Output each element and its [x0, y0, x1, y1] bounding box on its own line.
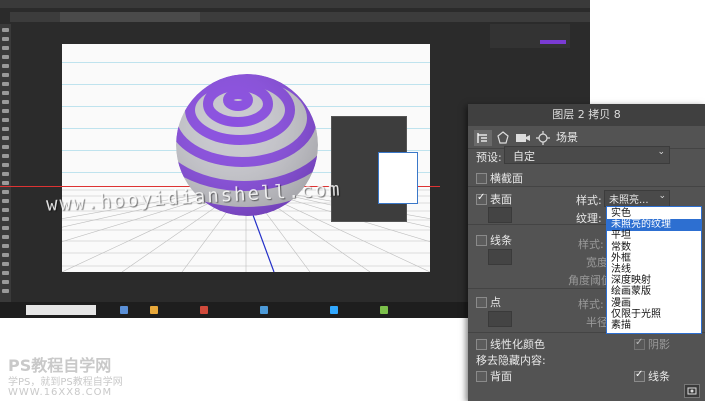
- light-tab-icon[interactable]: [534, 130, 552, 146]
- points-checkbox[interactable]: [476, 297, 487, 308]
- taskbar-app-icon[interactable]: [150, 306, 158, 314]
- ps-tool-icon[interactable]: [2, 145, 9, 149]
- points-style-label: 样式:: [578, 298, 604, 311]
- divider: [468, 288, 608, 289]
- guide-line: [62, 62, 430, 63]
- ps-tool-icon[interactable]: [2, 235, 9, 239]
- style-option[interactable]: 素描: [609, 320, 633, 332]
- lines-bottom-checkbox[interactable]: [634, 369, 645, 382]
- shadow-label: 阴影: [648, 338, 670, 351]
- linearize-colors-label: 线性化颜色: [490, 338, 545, 351]
- ps-swatches-panel: [490, 24, 570, 48]
- render-icon[interactable]: [684, 384, 700, 398]
- ps-tool-icon[interactable]: [2, 154, 9, 158]
- ps-tool-icon[interactable]: [2, 208, 9, 212]
- surface-color-swatch[interactable]: [488, 207, 512, 223]
- ps-tool-icon[interactable]: [2, 271, 9, 275]
- style-dropdown-list: 实色 未照亮的纹理 平坦 常数 外框 法线 深度映射 绘画蒙版 漫画 仅限于光照 素描: [606, 206, 702, 334]
- ps-document-tab[interactable]: [60, 12, 200, 22]
- ps-tool-icon[interactable]: [2, 226, 9, 230]
- taskbar-search-input[interactable]: [26, 305, 96, 315]
- panel-title: 图层 2 拷贝 8: [468, 104, 705, 126]
- style-option[interactable]: 绘画蒙版: [609, 286, 653, 298]
- ps-color-bar: [540, 40, 566, 44]
- ps-tool-icon[interactable]: [2, 73, 9, 77]
- ps-mini-style-list: [378, 152, 418, 204]
- preset-value: 自定: [513, 150, 535, 163]
- ps-tool-icon[interactable]: [2, 136, 9, 140]
- taskbar-app-icon[interactable]: [120, 306, 128, 314]
- scene-filter-tab-icon[interactable]: [474, 130, 492, 146]
- ps-tool-icon[interactable]: [2, 262, 9, 266]
- ps-tool-icon[interactable]: [2, 46, 9, 50]
- ps-tool-icon[interactable]: [2, 28, 9, 32]
- cross-section-checkbox[interactable]: [476, 173, 487, 184]
- points-label: 点: [490, 296, 501, 309]
- mesh-tab-icon[interactable]: [494, 130, 512, 146]
- back-label: 背面: [490, 370, 512, 383]
- ps-tool-icon[interactable]: [2, 163, 9, 167]
- divider: [468, 224, 608, 225]
- watermark-subtitle: 学PS，就到PS教程自学网: [8, 377, 123, 388]
- style-option[interactable]: 仅限于光照: [609, 309, 663, 321]
- ps-tool-icon[interactable]: [2, 82, 9, 86]
- ps-tool-icon[interactable]: [2, 199, 9, 203]
- linearize-colors-checkbox[interactable]: [476, 339, 487, 350]
- chevron-down-icon: ⌄: [657, 147, 665, 157]
- lines-label: 线条: [490, 234, 512, 247]
- lines-color-swatch[interactable]: [488, 249, 512, 265]
- ps-tool-icon[interactable]: [2, 253, 9, 257]
- ps-tool-icon[interactable]: [2, 100, 9, 104]
- style-option[interactable]: 漫画: [609, 298, 633, 310]
- camera-tab-icon[interactable]: [514, 130, 532, 146]
- ps-tool-icon[interactable]: [2, 217, 9, 221]
- surface-label: 表面: [490, 193, 512, 206]
- ps-tool-icon[interactable]: [2, 172, 9, 176]
- lines-style-label: 样式:: [578, 238, 604, 251]
- ps-tool-icon[interactable]: [2, 289, 9, 293]
- ps-tool-icon[interactable]: [2, 91, 9, 95]
- lines-bottom-label: 线条: [648, 370, 670, 383]
- style-option[interactable]: 常数: [609, 242, 633, 254]
- ps-tool-icon[interactable]: [2, 181, 9, 185]
- divider: [468, 186, 705, 187]
- ps-tool-icon[interactable]: [2, 37, 9, 41]
- ps-tool-icon[interactable]: [2, 190, 9, 194]
- taskbar-app-icon[interactable]: [380, 306, 388, 314]
- preset-select[interactable]: 自定 ⌄: [504, 146, 670, 164]
- surface-checkbox[interactable]: [476, 192, 487, 205]
- ps-tool-icon[interactable]: [2, 118, 9, 122]
- taskbar-app-icon[interactable]: [200, 306, 208, 314]
- taskbar-photoshop-icon[interactable]: [330, 306, 338, 314]
- surface-style-select[interactable]: 未照亮... ⌄: [604, 190, 670, 207]
- ps-tool-icon[interactable]: [2, 244, 9, 248]
- style-option[interactable]: 平坦: [609, 230, 633, 242]
- back-checkbox[interactable]: [476, 371, 487, 382]
- ps-tool-icon[interactable]: [2, 280, 9, 284]
- taskbar-app-icon[interactable]: [260, 306, 268, 314]
- points-color-swatch[interactable]: [488, 311, 512, 327]
- style-value: 未照亮...: [609, 195, 649, 206]
- properties-3d-panel: 图层 2 拷贝 8 场景 预设: 自定 ⌄ 横截面 表面 样式: 未照亮... …: [468, 104, 705, 401]
- style-option[interactable]: 外框: [609, 253, 633, 265]
- tab-scene[interactable]: 场景: [556, 128, 578, 148]
- ps-tool-icon[interactable]: [2, 55, 9, 59]
- ps-tool-icon[interactable]: [2, 64, 9, 68]
- chevron-down-icon: ⌄: [658, 191, 666, 201]
- preset-label: 预设:: [476, 151, 502, 164]
- style-label: 样式:: [576, 194, 602, 207]
- ps-tool-icon[interactable]: [2, 109, 9, 113]
- shadow-checkbox[interactable]: [634, 337, 645, 350]
- watermark-site: WWW.16XX8.COM: [8, 387, 113, 398]
- ps-title-bar: [0, 0, 590, 8]
- ps-tool-icon[interactable]: [2, 127, 9, 131]
- cross-section-label: 横截面: [490, 172, 523, 185]
- lines-checkbox[interactable]: [476, 235, 487, 246]
- remove-hidden-label: 移去隐藏内容:: [476, 354, 546, 367]
